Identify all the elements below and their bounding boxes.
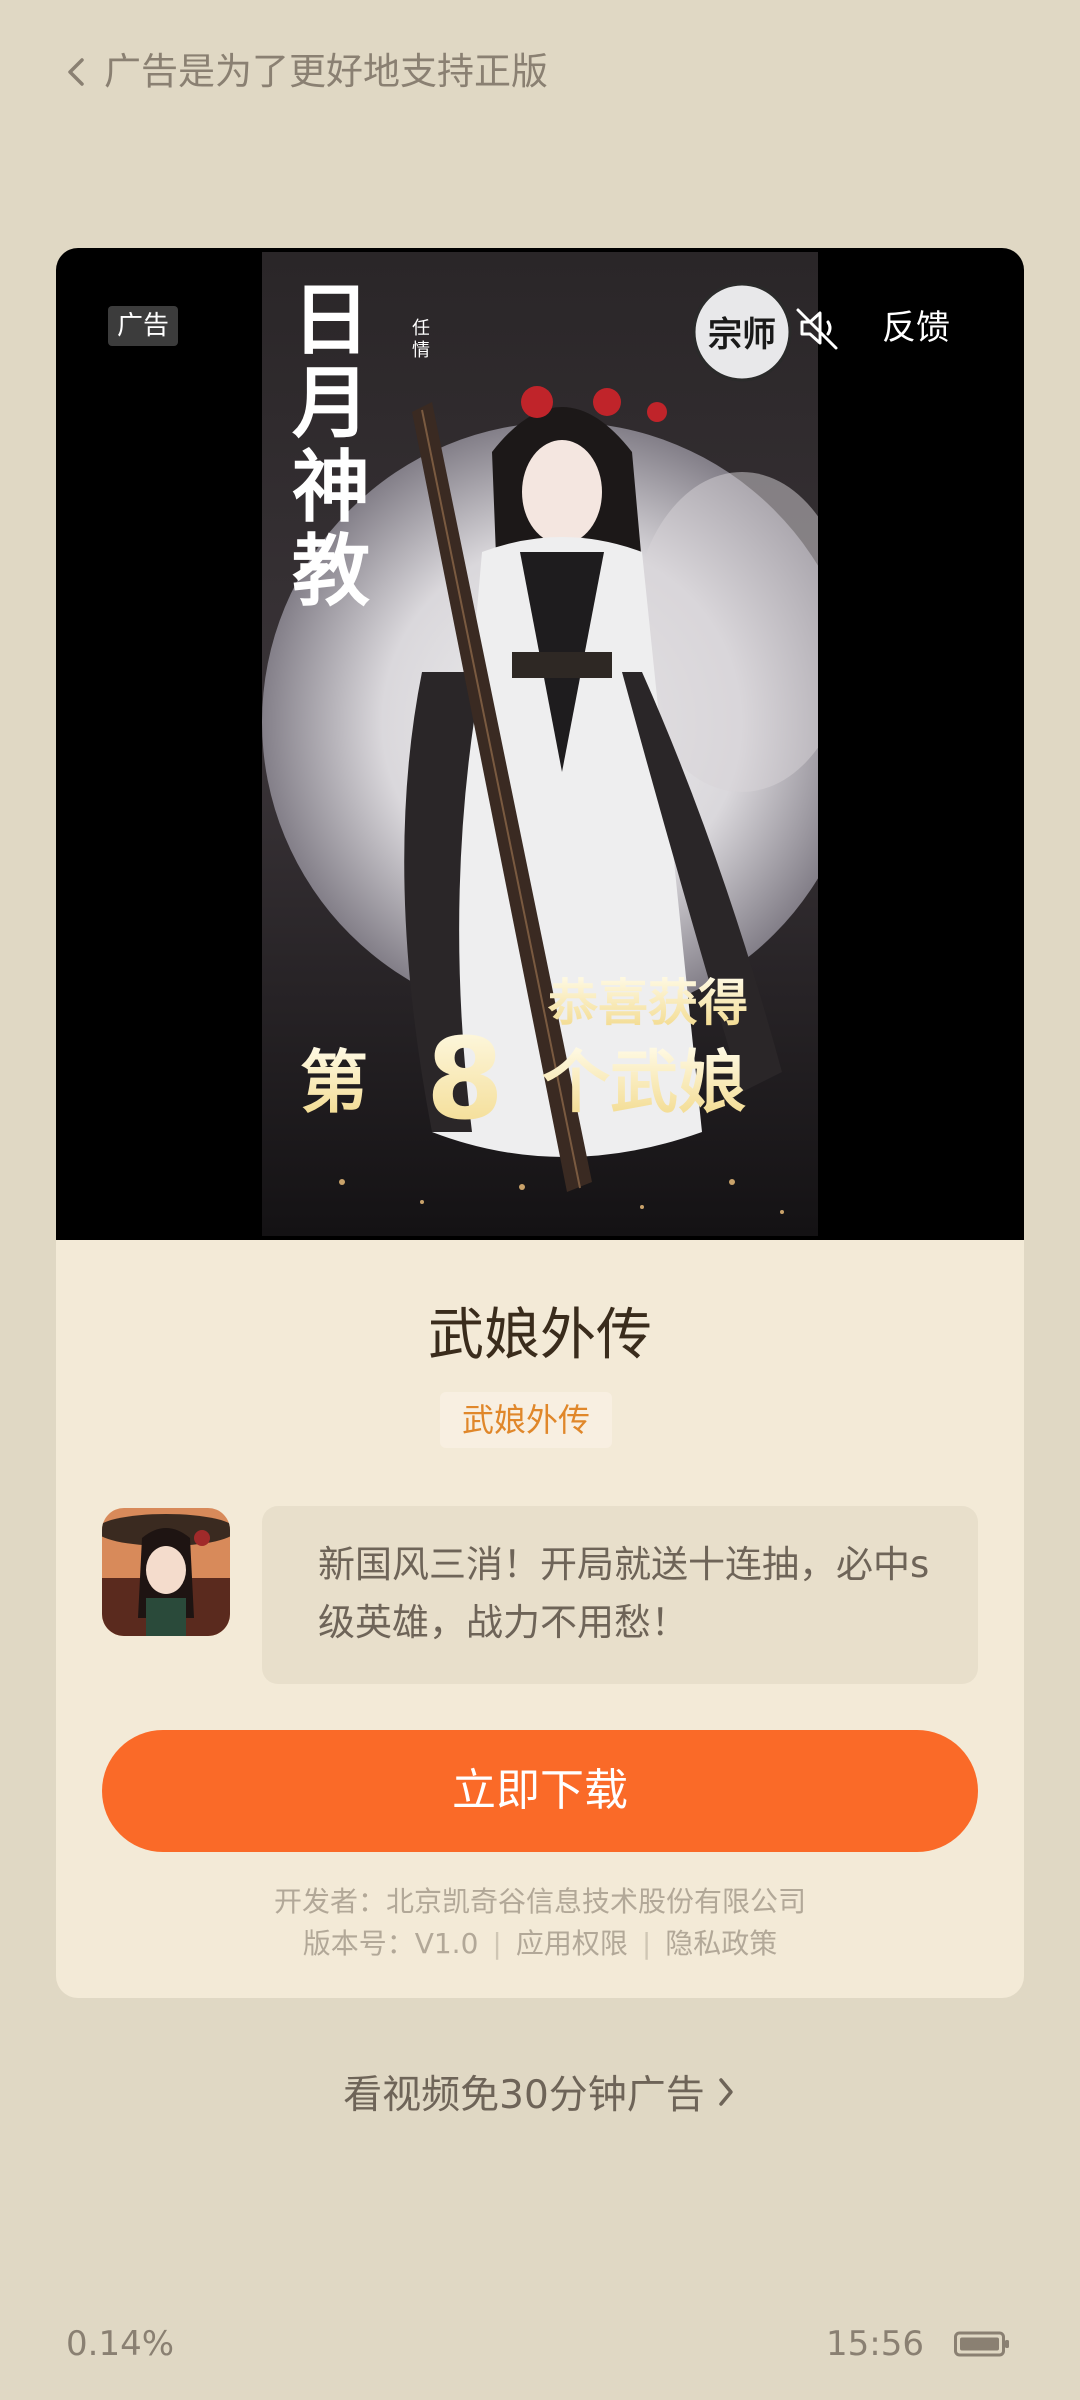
- page-title: 广告是为了更好地支持正版: [104, 50, 548, 93]
- status-time: 15:56: [826, 2324, 924, 2364]
- mute-button[interactable]: [792, 302, 844, 354]
- download-button[interactable]: 立即下载: [102, 1730, 978, 1852]
- app-icon-image: [102, 1508, 230, 1636]
- ad-badge: 广告: [108, 306, 178, 346]
- battery-icon: [954, 2330, 1010, 2358]
- app-icon[interactable]: [102, 1508, 230, 1636]
- version-info: 版本号：V1.0: [302, 1927, 479, 1960]
- poster-side-tag-1: 任: [412, 318, 430, 339]
- ad-poster-image: 日 月 神 教 任 情 宗师 恭喜获得 第 8 个武娘: [262, 252, 818, 1236]
- feedback-button[interactable]: 反馈: [882, 302, 950, 354]
- developer-info: 开发者：北京凯奇谷信息技术股份有限公司: [273, 1885, 806, 1918]
- app-tag: 武娘外传: [440, 1392, 612, 1448]
- poster-seal: 宗师: [708, 315, 776, 355]
- meta-info: 版本号：V1.0 | 应用权限 | 隐私政策: [56, 1924, 1024, 1964]
- divider: |: [492, 1927, 502, 1960]
- divider: |: [641, 1927, 652, 1960]
- poster-prize-suffix: 个武娘: [542, 1044, 746, 1123]
- poster-prize-prefix: 第: [300, 1044, 368, 1123]
- poster-title-char-2: 月: [292, 358, 370, 449]
- poster-title-char-3: 神: [292, 442, 370, 533]
- poster-prize-number: 8: [426, 1015, 504, 1145]
- app-description-box: 新国风三消！开局就送十连抽，必中s级英雄，战力不用愁！: [262, 1506, 978, 1684]
- permissions-link[interactable]: 应用权限: [516, 1927, 628, 1960]
- chevron-right-icon: [719, 2077, 733, 2106]
- ad-card: 日 月 神 教 任 情 宗师 恭喜获得 第 8 个武娘 广告 反馈 武娘外传 武…: [56, 248, 1024, 1998]
- watch-video-link[interactable]: 看视频免30分钟广告: [0, 2066, 1080, 2128]
- ad-video[interactable]: 日 月 神 教 任 情 宗师 恭喜获得 第 8 个武娘 广告 反馈: [56, 248, 1024, 1240]
- app-description: 新国风三消！开局就送十连抽，必中s级英雄，战力不用愁！: [318, 1543, 930, 1644]
- top-bar: 广告是为了更好地支持正版: [0, 0, 1080, 140]
- back-button[interactable]: [56, 44, 96, 100]
- poster-title-char-1: 日: [292, 275, 370, 366]
- app-name: 武娘外传: [428, 1303, 652, 1368]
- poster-side-tag-2: 情: [412, 340, 430, 361]
- watch-video-label: 看视频免30分钟广告: [343, 2073, 705, 2118]
- back-chevron-icon: [68, 58, 84, 86]
- poster-congrats: 恭喜获得: [547, 974, 748, 1032]
- mute-icon: [796, 308, 838, 350]
- progress-percent: 0.14%: [66, 2324, 175, 2364]
- privacy-link[interactable]: 隐私政策: [665, 1927, 777, 1960]
- poster-title-char-4: 教: [292, 526, 370, 617]
